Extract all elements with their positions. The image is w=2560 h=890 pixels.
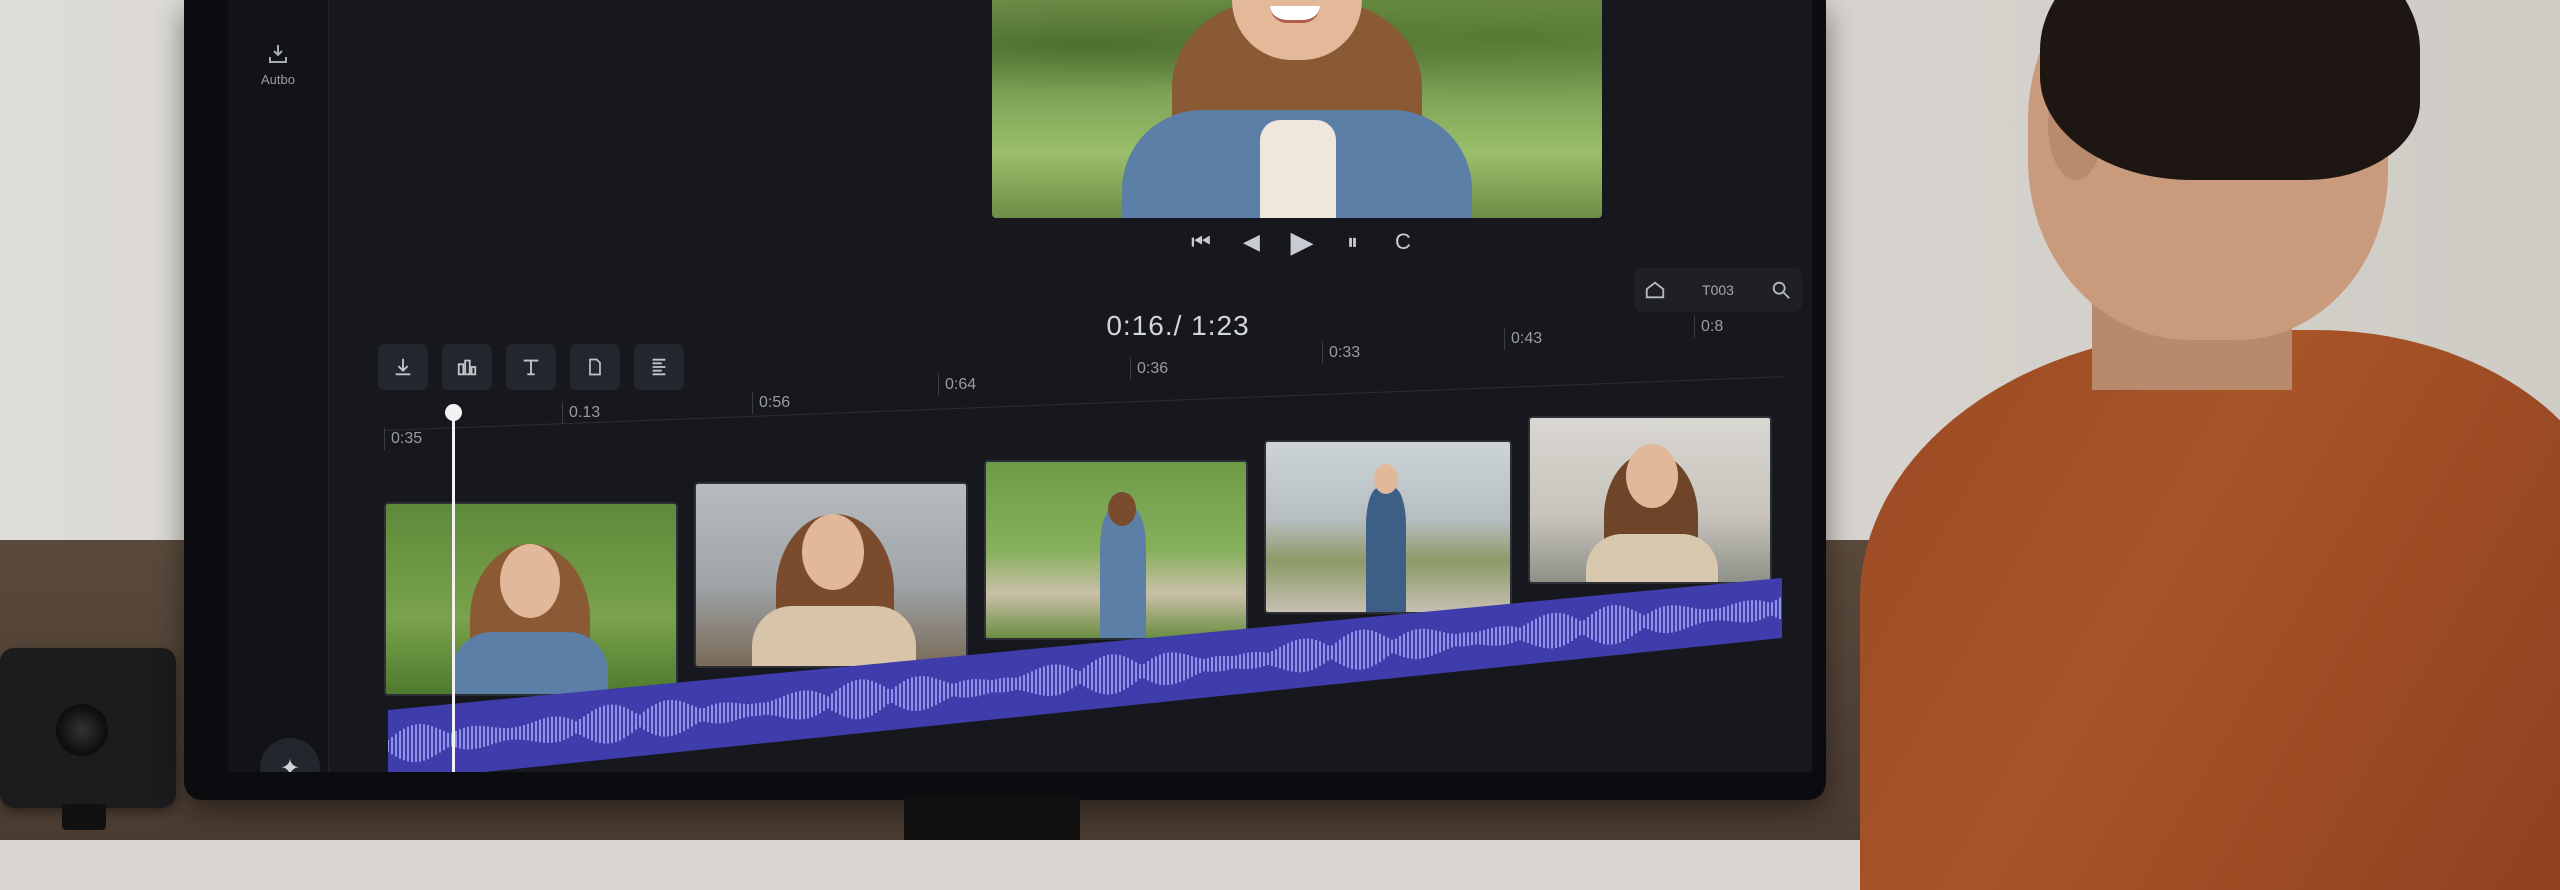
pause-icon[interactable]: ⏸ bbox=[1336, 225, 1370, 259]
skip-back-icon[interactable]: ⏮ bbox=[1184, 225, 1218, 259]
play-icon[interactable]: ▶ bbox=[1285, 225, 1319, 259]
sidebar-tool-label: Autbo bbox=[261, 72, 295, 87]
ruler-tick: 0:43 bbox=[1504, 328, 1542, 350]
webcam-stand bbox=[62, 804, 106, 830]
video-preview bbox=[992, 0, 1602, 218]
sidebar-tool-auto[interactable]: Autbo bbox=[256, 42, 300, 102]
ruler-tick: 0:33 bbox=[1322, 342, 1360, 364]
sidebar: Autbo ✦ bbox=[228, 0, 329, 772]
audio-track[interactable] bbox=[388, 572, 1782, 772]
download-tray-icon bbox=[269, 45, 287, 63]
playback-controls: ⏮ ◀ ▶ ⏸ C bbox=[1184, 222, 1420, 262]
home-icon[interactable] bbox=[1644, 279, 1666, 301]
person-shirt bbox=[1860, 330, 2560, 890]
playhead[interactable] bbox=[445, 404, 462, 772]
audio-waveform bbox=[388, 578, 1782, 772]
sparkle-icon[interactable]: ✦ bbox=[260, 738, 320, 772]
monitor: Autbo ✦ ⏮ ◀ ▶ ⏸ C T003 0:16./ 1:23 0:35 … bbox=[184, 0, 1826, 800]
webcam bbox=[0, 648, 176, 830]
view-controls: T003 bbox=[1634, 268, 1802, 312]
monitor-stand bbox=[904, 796, 1080, 840]
ruler-tick: 0:64 bbox=[938, 374, 976, 396]
search-icon[interactable] bbox=[1770, 279, 1792, 301]
person-viewer bbox=[1860, 0, 2560, 890]
ruler-tick: 0:36 bbox=[1130, 358, 1168, 380]
person-hair bbox=[2040, 0, 2420, 180]
video-editor-screen: Autbo ✦ ⏮ ◀ ▶ ⏸ C T003 0:16./ 1:23 0:35 … bbox=[228, 0, 1812, 772]
playhead-handle[interactable] bbox=[445, 404, 462, 421]
view-code: T003 bbox=[1702, 282, 1734, 298]
loop-icon[interactable]: C bbox=[1386, 225, 1420, 259]
ruler-tick: 0:56 bbox=[752, 392, 790, 414]
preview-subject-shirt bbox=[1260, 120, 1336, 218]
webcam-lens bbox=[56, 704, 108, 756]
timeline-clip[interactable] bbox=[1528, 416, 1772, 584]
ruler-tick: 0:8 bbox=[1694, 316, 1723, 338]
step-back-icon[interactable]: ◀ bbox=[1235, 225, 1269, 259]
